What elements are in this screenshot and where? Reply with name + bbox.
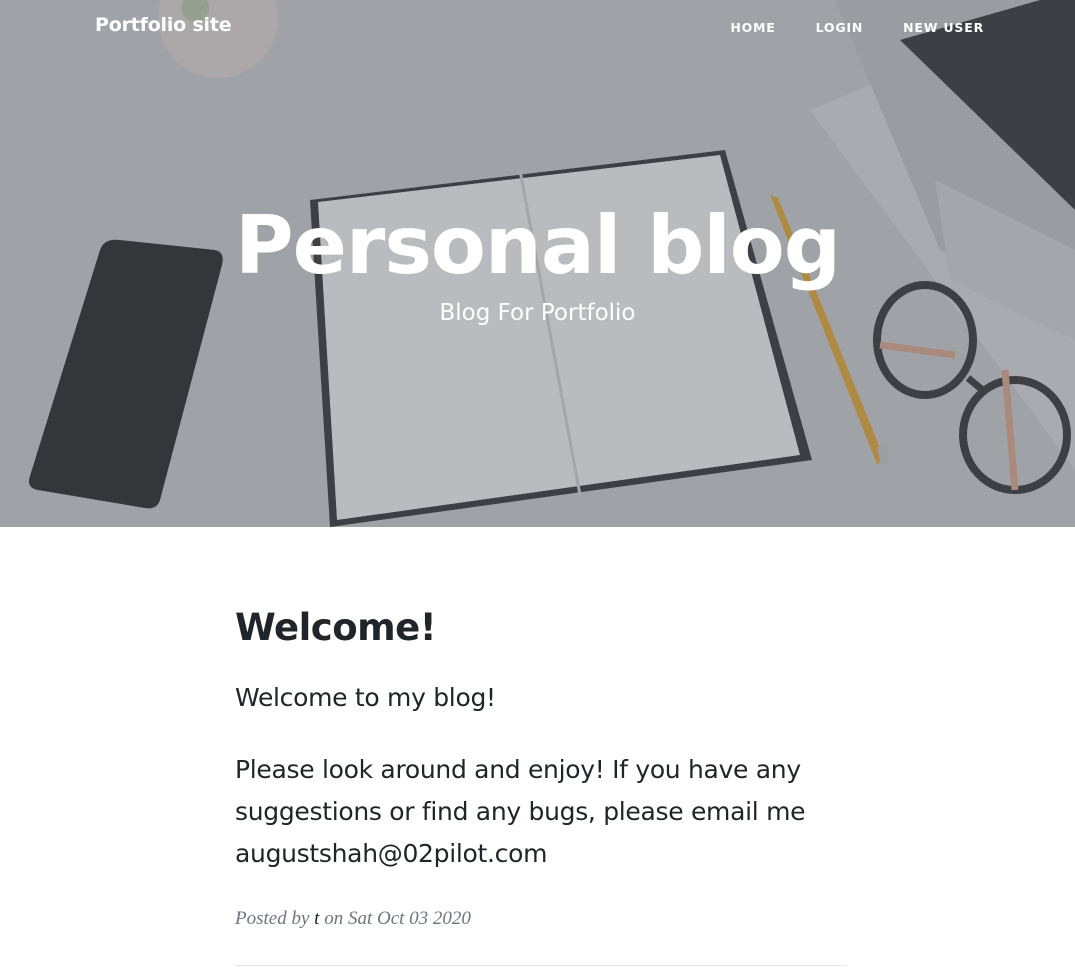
brand-link[interactable]: Portfolio site xyxy=(95,14,232,36)
post-excerpt-paragraph: Please look around and enjoy! If you hav… xyxy=(235,755,806,868)
nav-login-link[interactable]: LOGIN xyxy=(816,20,864,35)
page-header: Portfolio site HOME LOGIN NEW USER Perso… xyxy=(0,0,1075,527)
post-author-link[interactable]: t xyxy=(314,908,319,929)
post-excerpt-paragraph: Welcome to my blog! xyxy=(235,683,496,712)
post-divider xyxy=(235,965,847,966)
post-meta: Posted by t on Sat Oct 03 2020 xyxy=(235,905,847,933)
site-title: Personal blog xyxy=(234,199,841,292)
top-navbar: Portfolio site HOME LOGIN NEW USER xyxy=(0,0,1075,56)
post-date: Sat Oct 03 2020 xyxy=(347,908,471,929)
post-preview: Welcome! Welcome to my blog! Please look… xyxy=(235,527,847,933)
nav-links: HOME LOGIN NEW USER xyxy=(690,20,984,35)
nav-home-link[interactable]: HOME xyxy=(730,20,775,35)
nav-new-user-link[interactable]: NEW USER xyxy=(903,20,984,35)
hero-heading: Personal blog Blog For Portfolio xyxy=(0,196,1075,328)
posted-by-label: Posted by xyxy=(235,908,310,929)
site-subtitle: Blog For Portfolio xyxy=(439,300,636,326)
post-title[interactable]: Welcome! xyxy=(235,603,847,653)
on-label: on xyxy=(324,908,344,929)
